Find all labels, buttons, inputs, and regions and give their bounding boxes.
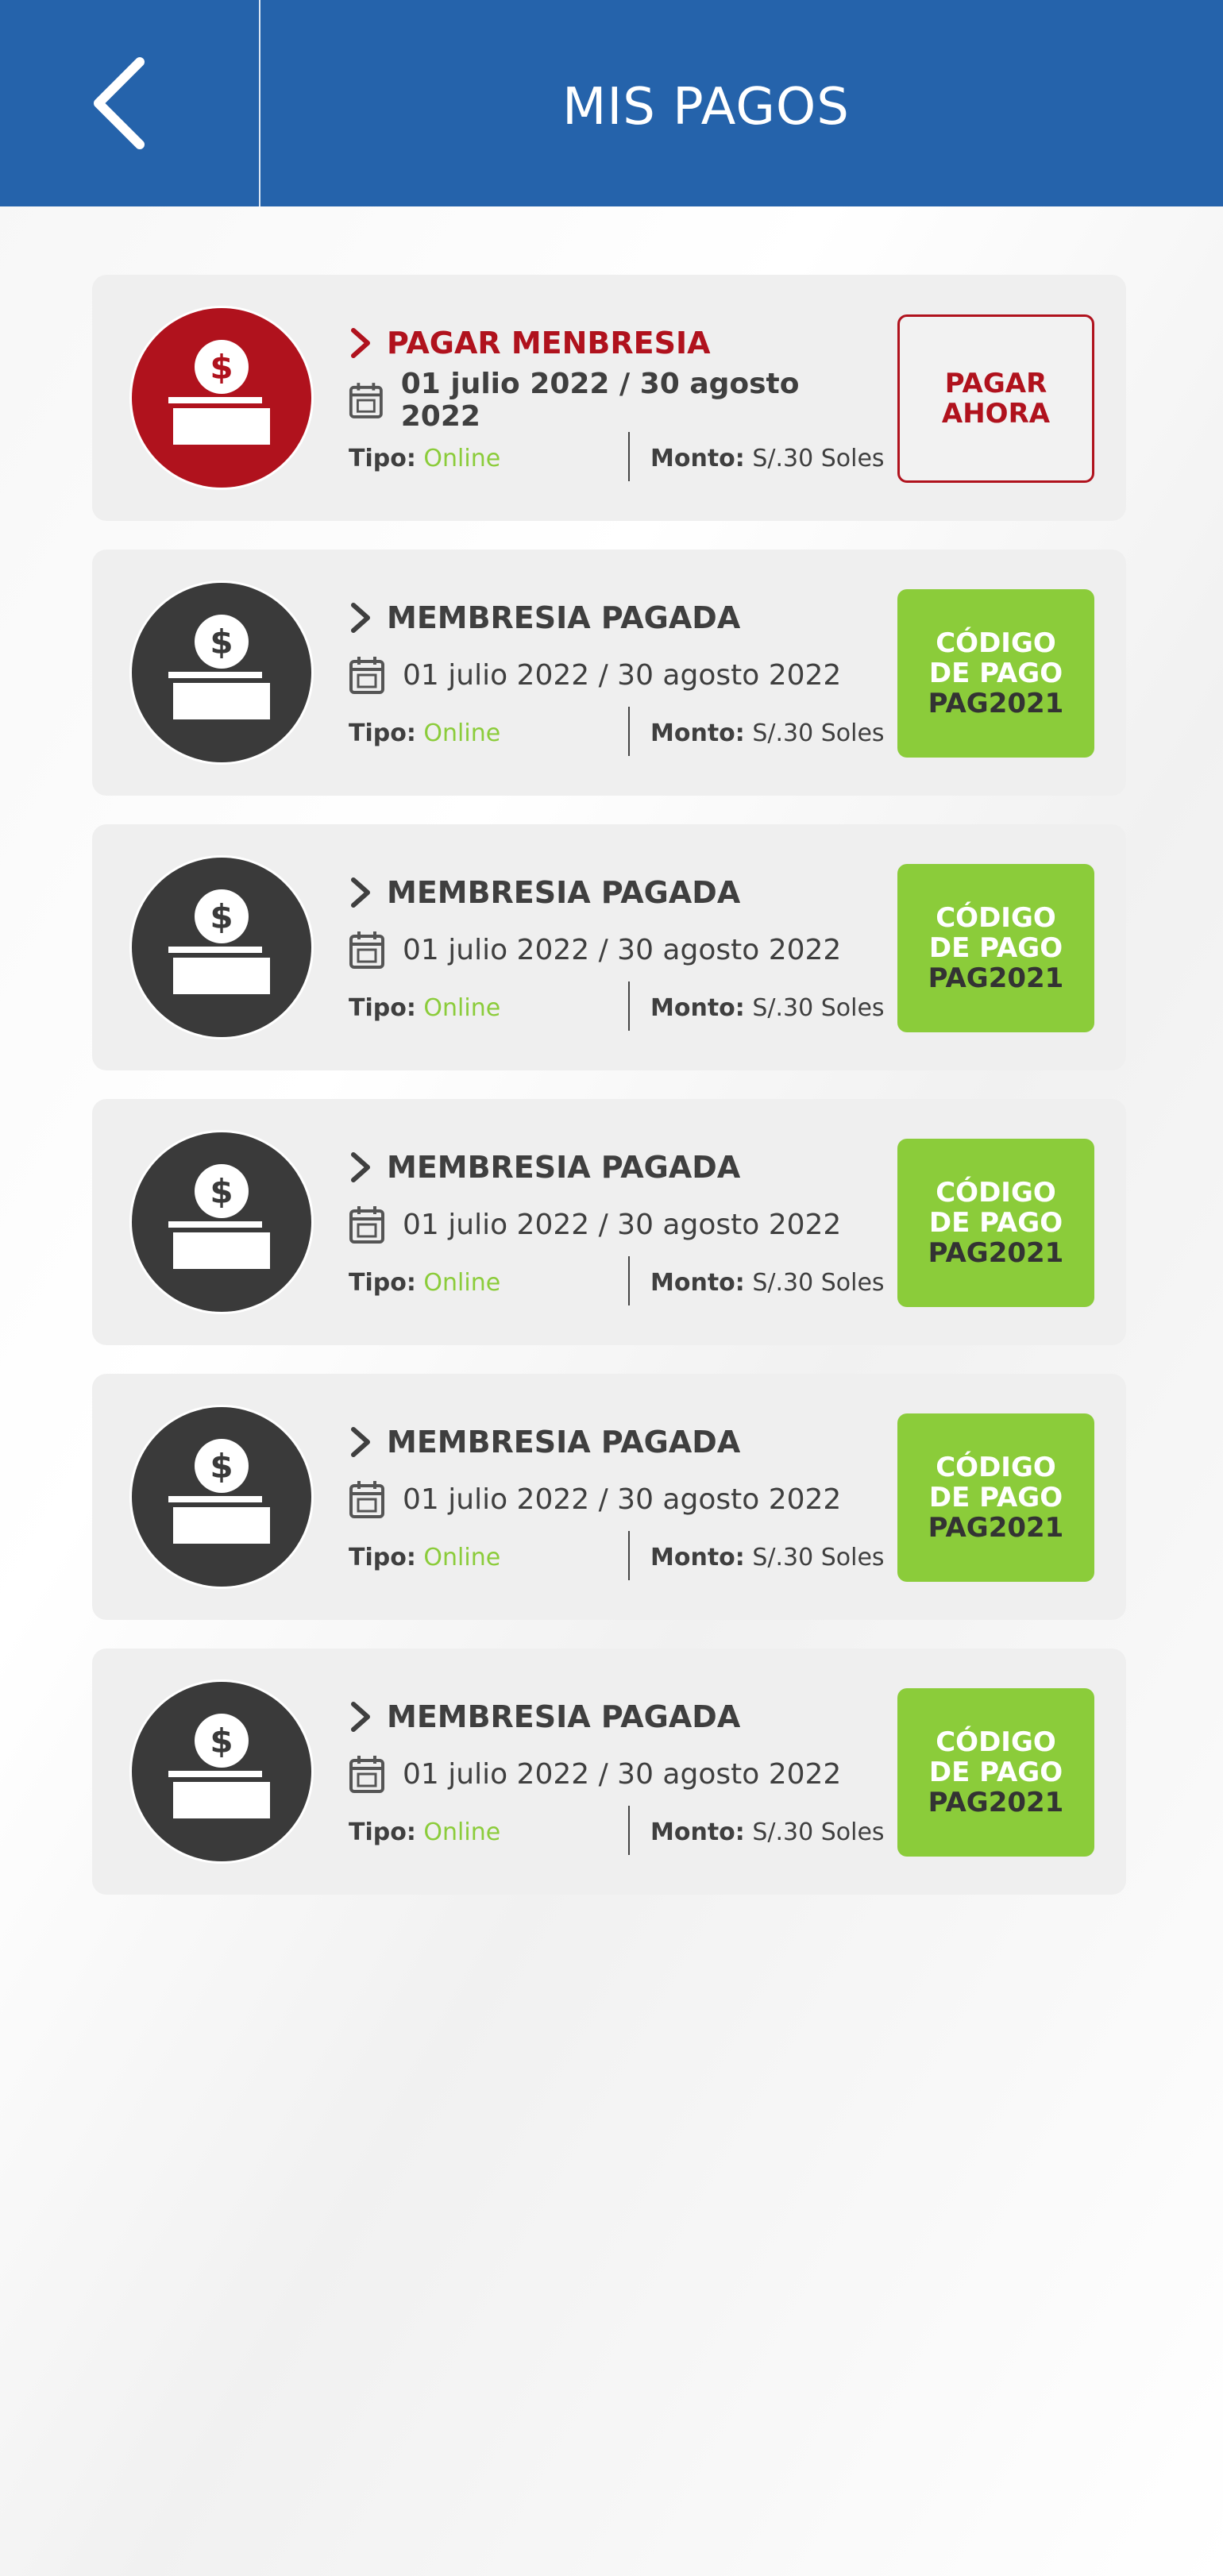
chevron-right-icon [351,603,370,633]
calendar-icon [349,1481,384,1518]
payment-period: 01 julio 2022 / 30 agosto 2022 [400,368,800,433]
payment-status: MEMBRESIA PAGADA [387,1699,741,1734]
payment-amount: Monto: S/.30 Soles [650,994,885,1022]
payment-code-button[interactable]: CÓDIGO DE PAGO PAG2021 [897,1688,1094,1857]
payment-amount: Monto: S/.30 Soles [650,1269,885,1297]
payment-type: Tipo: Online [349,1544,501,1571]
chevron-right-icon [351,877,370,908]
page-title: MIS PAGOS [562,78,850,137]
divider [628,981,630,1031]
payment-type: Tipo: Online [349,994,501,1022]
svg-text:$: $ [210,623,233,661]
payment-box-icon: $ [132,1407,311,1587]
payment-code-button[interactable]: CÓDIGO DE PAGO PAG2021 [897,589,1094,758]
payment-card-5: $ MEMBRESIA PAGADA 01 julio 2022 / 30 ag… [92,1649,1126,1895]
svg-text:$: $ [210,897,233,936]
payment-card-3: $ MEMBRESIA PAGADA 01 julio 2022 / 30 ag… [92,1099,1126,1345]
payment-type: Tipo: Online [349,445,501,472]
payment-code-button[interactable]: CÓDIGO DE PAGO PAG2021 [897,1139,1094,1307]
divider [628,1806,630,1855]
payment-amount: Monto: S/.30 Soles [650,445,885,472]
payment-period: 01 julio 2022 / 30 agosto 2022 [403,933,842,966]
back-button[interactable] [0,0,260,206]
payment-box-icon: $ [132,308,311,488]
payment-box-icon: $ [132,583,311,762]
divider [628,432,630,481]
calendar-icon [349,657,384,694]
calendar-icon [349,931,384,969]
payment-type: Tipo: Online [349,1269,501,1297]
chevron-left-icon [94,57,145,149]
payment-card-0: $ PAGAR MENBRESIA 01 julio 2022 / 30 ago… [92,275,1126,521]
payment-period: 01 julio 2022 / 30 agosto 2022 [403,658,842,692]
svg-text:$: $ [210,1172,233,1211]
pay-now-button[interactable]: PAGAR AHORA [897,314,1094,483]
payment-box-icon: $ [132,1132,311,1312]
payment-period: 01 julio 2022 / 30 agosto 2022 [403,1208,842,1241]
payment-status: MEMBRESIA PAGADA [387,1150,741,1185]
chevron-right-icon [351,1702,370,1732]
svg-text:$: $ [210,348,233,387]
divider [628,707,630,756]
payment-code-button[interactable]: CÓDIGO DE PAGO PAG2021 [897,1413,1094,1582]
payment-box-icon: $ [132,1682,311,1861]
payment-box-icon: $ [132,858,311,1037]
app-header: MIS PAGOS [0,0,1223,206]
payment-status: MEMBRESIA PAGADA [387,875,741,910]
payment-amount: Monto: S/.30 Soles [650,1544,885,1571]
chevron-right-icon [351,328,370,358]
payment-period: 01 julio 2022 / 30 agosto 2022 [403,1483,842,1516]
payment-list: $ PAGAR MENBRESIA 01 julio 2022 / 30 ago… [92,275,1126,1923]
calendar-icon [349,383,383,418]
calendar-icon [349,1206,384,1244]
divider [628,1256,630,1305]
chevron-right-icon [351,1427,370,1457]
payment-code-button[interactable]: CÓDIGO DE PAGO PAG2021 [897,864,1094,1032]
payment-period: 01 julio 2022 / 30 agosto 2022 [403,1757,842,1791]
payment-amount: Monto: S/.30 Soles [650,719,885,747]
payment-card-1: $ MEMBRESIA PAGADA 01 julio 2022 / 30 ag… [92,550,1126,796]
svg-text:$: $ [210,1722,233,1760]
payment-card-2: $ MEMBRESIA PAGADA 01 julio 2022 / 30 ag… [92,824,1126,1070]
payment-status: MEMBRESIA PAGADA [387,1425,741,1460]
chevron-right-icon [351,1152,370,1182]
payment-type: Tipo: Online [349,1818,501,1846]
payment-card-4: $ MEMBRESIA PAGADA 01 julio 2022 / 30 ag… [92,1374,1126,1620]
payment-status: MEMBRESIA PAGADA [387,600,741,635]
svg-text:$: $ [210,1447,233,1486]
calendar-icon [349,1756,384,1793]
divider [628,1531,630,1580]
payment-amount: Monto: S/.30 Soles [650,1818,885,1846]
payment-type: Tipo: Online [349,719,501,747]
payment-status: PAGAR MENBRESIA [387,326,711,361]
